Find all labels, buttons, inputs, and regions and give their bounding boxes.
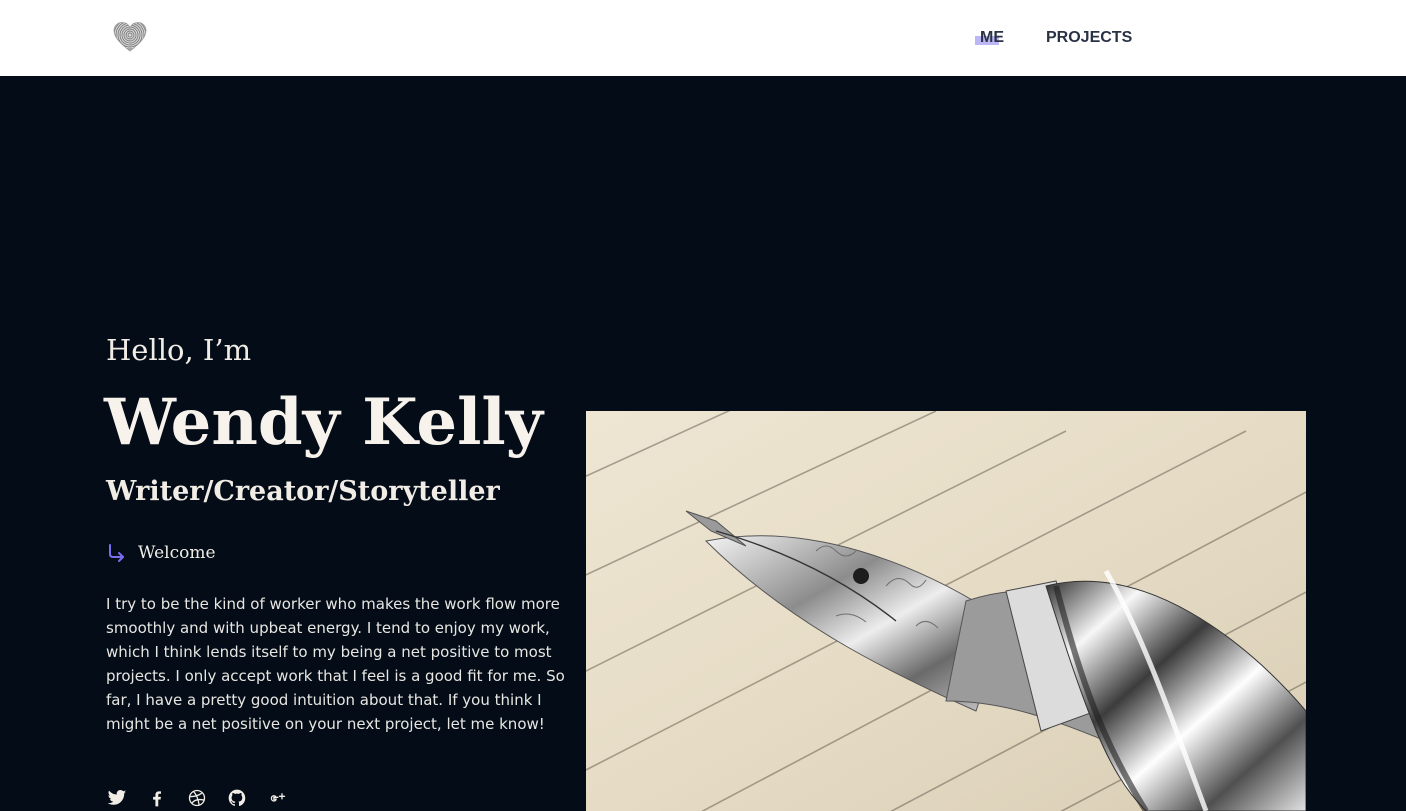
- logo-fingerprint-heart-icon[interactable]: [113, 21, 147, 53]
- arrow-down-right-icon: [109, 544, 124, 562]
- welcome-link-label: Welcome: [138, 543, 216, 563]
- github-icon[interactable]: [226, 787, 248, 809]
- twitter-icon[interactable]: [106, 787, 128, 809]
- nav-link-projects[interactable]: PROJECTS: [1046, 26, 1132, 50]
- greeting: Hello, I’m: [106, 333, 252, 367]
- bio-paragraph: I try to be the kind of worker who makes…: [106, 595, 565, 733]
- hero-role: Writer/Creator/Storyteller: [106, 476, 500, 507]
- welcome-link[interactable]: Welcome: [106, 540, 216, 566]
- hero-name: Wendy Kelly: [104, 385, 543, 460]
- top-navigation-bar: ME PROJECTS: [0, 0, 1406, 76]
- social-links: [106, 786, 306, 810]
- dribbble-icon[interactable]: [186, 787, 208, 809]
- fountain-pen-photo: [586, 411, 1306, 811]
- google-plus-icon[interactable]: [266, 787, 288, 809]
- facebook-icon[interactable]: [146, 787, 168, 809]
- nav-link-me[interactable]: ME: [972, 26, 1004, 50]
- nav-label-me: ME: [980, 29, 1004, 46]
